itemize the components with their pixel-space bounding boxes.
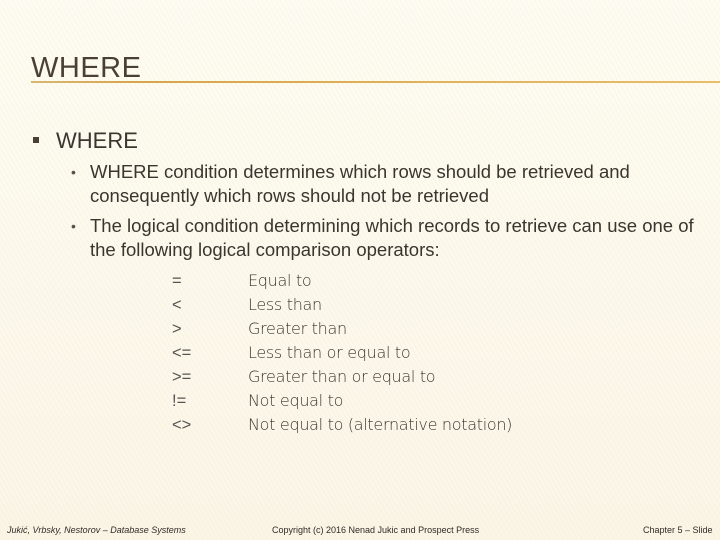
operator-row: > Greater than: [172, 317, 512, 341]
bullet-level2: • The logical condition determining whic…: [71, 214, 701, 262]
operator-symbol: <=: [172, 344, 192, 362]
operator-description: Less than or equal to: [248, 343, 411, 362]
operator-symbol: <: [172, 296, 182, 314]
operator-table: = Equal to < Less than > Greater than <= Les…: [172, 269, 512, 437]
operator-symbol: =: [172, 272, 182, 290]
operator-row: <= Less than or equal to: [172, 341, 512, 365]
operator-symbol: !=: [172, 392, 187, 410]
bullet-level1: WHERE: [33, 128, 138, 154]
bullet-level2: • WHERE condition determines which rows …: [71, 160, 701, 208]
dot-bullet-icon: •: [71, 218, 76, 234]
operator-symbol: >: [172, 320, 182, 338]
operator-row: >= Greater than or equal to: [172, 365, 512, 389]
bullet-level2-text: WHERE condition determines which rows sh…: [90, 161, 630, 206]
operator-description: Not equal to (alternative notation): [248, 415, 513, 434]
footer-authors: Jukić, Vrbsky, Nestorov – Database Syste…: [7, 525, 186, 535]
operator-symbol: <>: [172, 416, 192, 434]
title-underline: [31, 81, 720, 83]
bullet-level2-text: The logical condition determining which …: [90, 215, 694, 260]
operator-symbol: >=: [172, 368, 192, 386]
operator-row: != Not equal to: [172, 389, 512, 413]
operator-description: Equal to: [248, 271, 312, 290]
operator-description: Less than: [248, 295, 322, 314]
square-bullet-icon: [33, 137, 39, 144]
operator-description: Greater than: [248, 319, 347, 338]
dot-bullet-icon: •: [71, 164, 76, 180]
operator-row: < Less than: [172, 293, 512, 317]
operator-description: Greater than or equal to: [248, 367, 436, 386]
operator-row: = Equal to: [172, 269, 512, 293]
operator-row: <> Not equal to (alternative notation): [172, 413, 512, 437]
footer-slide-number: Chapter 5 – Slide: [643, 525, 713, 535]
bullet-level1-text: WHERE: [56, 128, 138, 153]
footer-copyright: Copyright (c) 2016 Nenad Jukic and Prosp…: [272, 525, 480, 535]
operator-description: Not equal to: [248, 391, 344, 410]
